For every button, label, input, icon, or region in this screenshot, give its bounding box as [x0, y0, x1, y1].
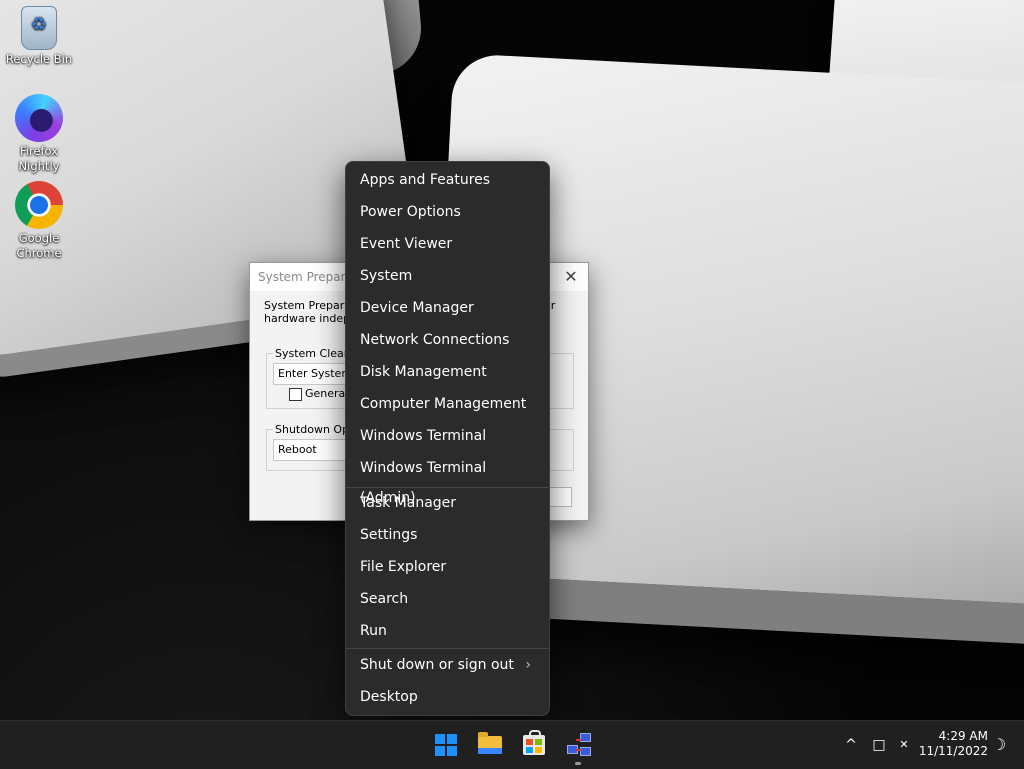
menu-item-search[interactable]: Search	[350, 584, 545, 614]
menu-item-task-manager[interactable]: Task Manager	[350, 488, 545, 518]
menu-item-windows-terminal[interactable]: Windows Terminal	[350, 421, 545, 451]
desktop-icon-label: Nightly	[18, 159, 60, 173]
winx-context-menu: Apps and Features Power Options Event Vi…	[345, 161, 550, 716]
menu-item-label: Shut down or sign out	[360, 657, 514, 673]
focus-assist-button[interactable]: ☽	[988, 721, 1010, 769]
network-app-icon	[567, 733, 591, 757]
menu-item-shut-down-or-sign-out[interactable]: Shut down or sign out ›	[350, 650, 545, 680]
desktop-icon-label: Google	[18, 231, 60, 245]
recycle-bin-icon	[21, 6, 57, 50]
menu-separator	[346, 648, 549, 649]
taskbar: ^ □ ✕ 4:29 AM 11/11/2022 ☽	[0, 720, 1024, 769]
menu-item-event-viewer[interactable]: Event Viewer	[350, 229, 545, 259]
start-icon	[435, 734, 457, 756]
menu-item-computer-management[interactable]: Computer Management	[350, 389, 545, 419]
clock-time: 4:29 AM	[938, 729, 988, 743]
desktop-icon-label: Firefox	[19, 144, 59, 158]
volume-muted-icon: ✕	[899, 738, 909, 751]
menu-item-run[interactable]: Run	[350, 616, 545, 646]
firefox-nightly-icon	[15, 94, 63, 142]
clock-date: 11/11/2022	[918, 744, 988, 758]
file-explorer-icon	[478, 732, 502, 754]
desktop-icon-label: Chrome	[16, 246, 62, 260]
desktop-icon-label: Recycle Bin	[5, 52, 73, 66]
desktop-icon-google-chrome[interactable]: Google Chrome	[4, 181, 74, 261]
volume-tray-icon[interactable]: ✕	[893, 721, 915, 769]
network-tray-icon[interactable]: □	[868, 721, 890, 769]
chevron-right-icon: ›	[525, 657, 531, 673]
menu-item-device-manager[interactable]: Device Manager	[350, 293, 545, 323]
network-icon: □	[872, 737, 886, 753]
desktop-icon-firefox-nightly[interactable]: Firefox Nightly	[4, 94, 74, 174]
generalize-checkbox[interactable]	[289, 387, 302, 401]
running-indicator	[575, 762, 581, 765]
menu-item-desktop[interactable]: Desktop	[350, 682, 545, 712]
taskbar-network-app[interactable]	[558, 725, 598, 765]
menu-item-system[interactable]: System	[350, 261, 545, 291]
menu-item-power-options[interactable]: Power Options	[350, 197, 545, 227]
taskbar-microsoft-store[interactable]	[514, 725, 554, 765]
menu-item-windows-terminal-admin[interactable]: Windows Terminal (Admin)	[350, 453, 545, 506]
menu-item-network-connections[interactable]: Network Connections	[350, 325, 545, 355]
close-icon[interactable]: ✕	[560, 266, 582, 288]
show-hidden-icons-button[interactable]: ^	[840, 721, 862, 769]
desktop-icon-recycle-bin[interactable]: Recycle Bin	[4, 6, 74, 67]
menu-item-apps-and-features[interactable]: Apps and Features	[350, 165, 545, 195]
taskbar-clock[interactable]: 4:29 AM 11/11/2022	[918, 729, 988, 759]
menu-item-disk-management[interactable]: Disk Management	[350, 357, 545, 387]
menu-item-file-explorer[interactable]: File Explorer	[350, 552, 545, 582]
menu-item-settings[interactable]: Settings	[350, 520, 545, 550]
moon-icon: ☽	[991, 735, 1007, 754]
chrome-icon	[15, 181, 63, 229]
start-button[interactable]	[426, 725, 466, 765]
taskbar-file-explorer[interactable]	[470, 725, 510, 765]
microsoft-store-icon	[523, 730, 545, 755]
chevron-up-icon: ^	[845, 737, 857, 753]
